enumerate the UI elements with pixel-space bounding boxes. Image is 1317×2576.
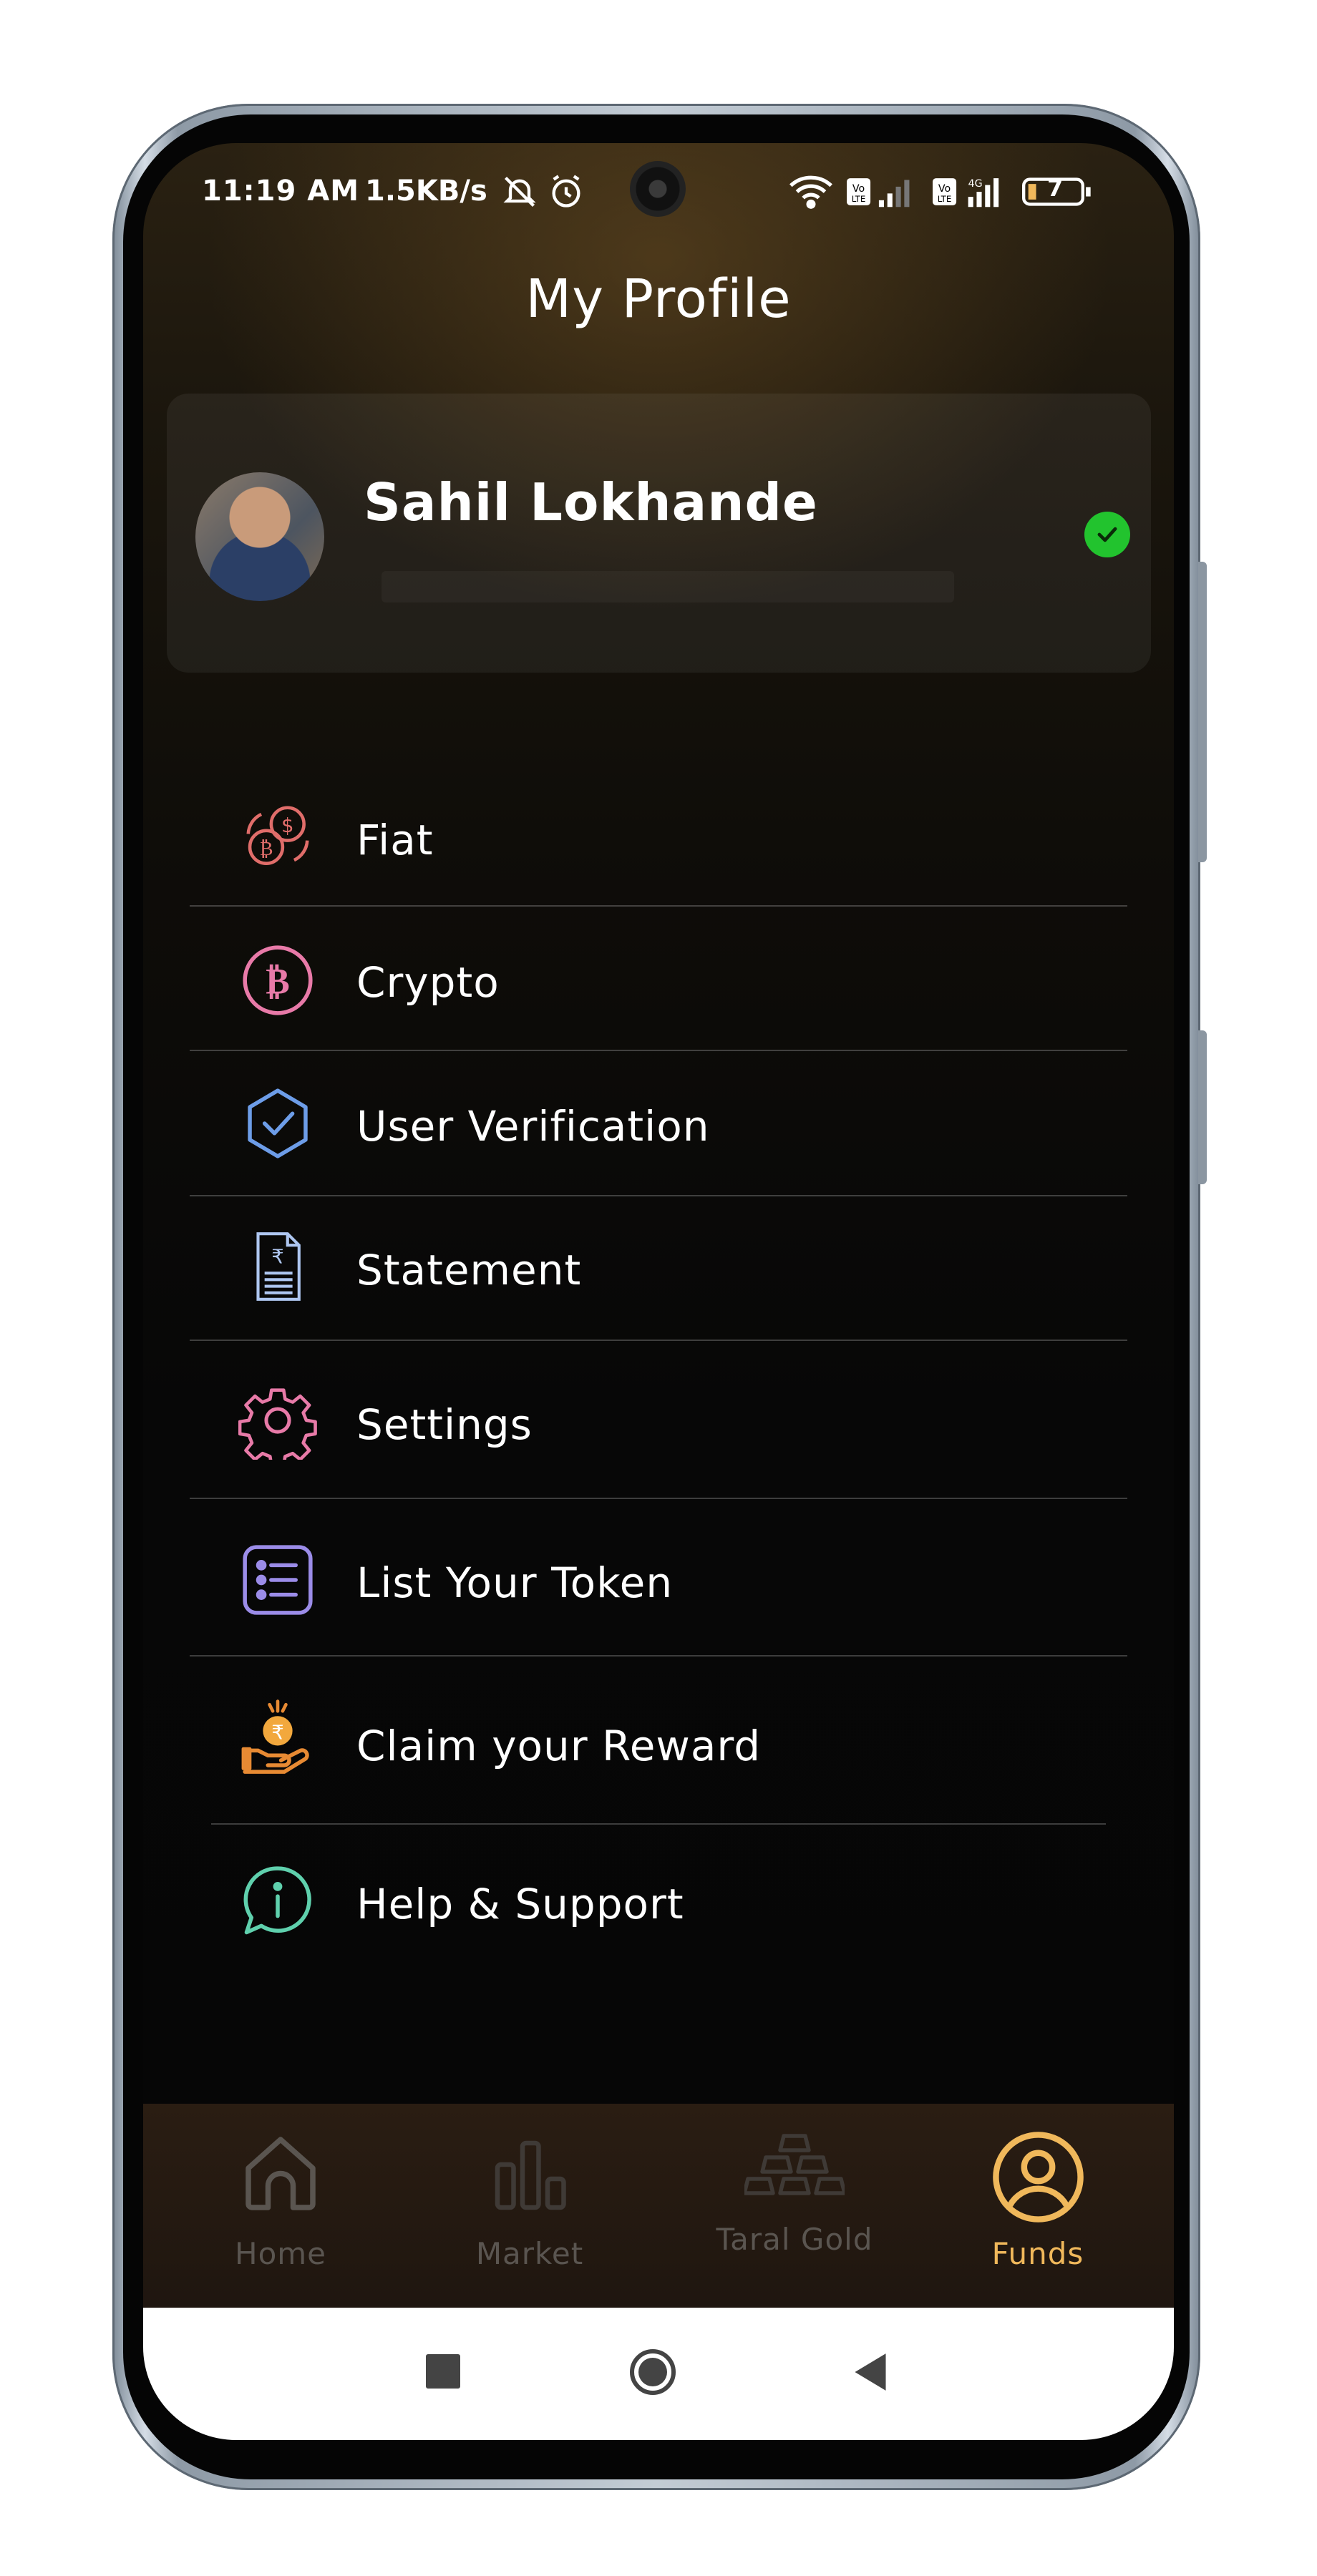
user-circle-icon [990, 2129, 1087, 2228]
list-icon [238, 1541, 317, 1619]
status-bar: 11:19 AM 1.5KB/s Vo LTE Vo LTE 4G 7 [143, 143, 1174, 222]
menu-item-claim-reward[interactable]: ₹ Claim your Reward [143, 1659, 1174, 1823]
nav-market[interactable]: Market [422, 2104, 637, 2308]
menu-item-settings[interactable]: Settings [143, 1342, 1174, 1496]
divider [211, 1823, 1106, 1825]
gear-icon [238, 1381, 317, 1468]
battery-level: 7 [1047, 175, 1064, 202]
home-icon [238, 2129, 324, 2218]
divider [190, 1498, 1127, 1499]
divider [190, 905, 1127, 907]
svg-text:LTE: LTE [938, 194, 952, 204]
app-screen: 11:19 AM 1.5KB/s Vo LTE Vo LTE 4G 7 My Prof… [143, 143, 1174, 2440]
nav-label-taral-gold: Taral Gold [716, 2222, 873, 2257]
nav-taral-gold[interactable]: Taral Gold [687, 2104, 902, 2308]
volte-signal-2-icon: Vo LTE 4G [930, 173, 1009, 213]
volte-signal-1-icon: Vo LTE [845, 173, 923, 213]
divider [190, 1195, 1127, 1196]
system-nav-bar [143, 2308, 1174, 2440]
statement-document-icon: ₹ [238, 1227, 317, 1306]
alarm-icon [548, 173, 585, 213]
svg-text:₹: ₹ [271, 1245, 284, 1268]
home-button-dot [638, 2358, 667, 2386]
divider [190, 1655, 1127, 1657]
svg-text:$: $ [281, 814, 294, 837]
menu-label-statement: Statement [356, 1246, 582, 1294]
svg-text:Vo: Vo [938, 183, 951, 195]
network-type-label: 4G [968, 178, 983, 190]
profile-name: Sahil Lokhande [364, 472, 818, 532]
menu-label-settings: Settings [356, 1400, 533, 1449]
svg-text:LTE: LTE [852, 194, 866, 204]
svg-text:₿: ₿ [266, 960, 290, 1002]
menu-label-fiat: Fiat [356, 816, 434, 864]
recents-button[interactable] [426, 2354, 460, 2389]
menu-label-crypto: Crypto [356, 958, 500, 1007]
menu-label-claim-reward: Claim your Reward [356, 1722, 762, 1770]
network-speed: 1.5KB/s [365, 175, 487, 208]
back-button[interactable] [852, 2352, 889, 2395]
menu-item-help-support[interactable]: Help & Support [143, 1826, 1174, 1991]
front-camera [630, 161, 686, 217]
svg-text:₹: ₹ [271, 1721, 284, 1744]
volume-button [1198, 562, 1207, 862]
info-chat-icon [238, 1862, 317, 1941]
svg-text:₿: ₿ [259, 837, 273, 860]
menu-label-help-support: Help & Support [356, 1880, 684, 1928]
back-triangle-icon [855, 2353, 886, 2391]
home-button[interactable] [630, 2349, 676, 2395]
mute-notifications-icon [501, 173, 538, 213]
profile-card[interactable]: Sahil Lokhande [167, 394, 1151, 673]
profile-subtitle-redacted [382, 571, 954, 602]
fiat-coins-icon: $ ₿ [238, 798, 317, 877]
divider [190, 1340, 1127, 1341]
avatar[interactable] [195, 472, 324, 601]
nav-label-market: Market [475, 2236, 584, 2271]
nav-funds[interactable]: Funds [930, 2104, 1145, 2308]
nav-label-funds: Funds [991, 2236, 1084, 2271]
wifi-icon [787, 173, 835, 213]
menu-item-fiat[interactable]: $ ₿ Fiat [143, 787, 1174, 887]
status-time: 11:19 AM [202, 175, 360, 208]
reward-hand-coin-icon: ₹ [238, 1698, 317, 1777]
menu-label-list-your-token: List Your Token [356, 1558, 674, 1607]
nav-home[interactable]: Home [173, 2104, 388, 2308]
verified-check-icon [1084, 512, 1130, 557]
nav-label-home: Home [234, 2236, 327, 2271]
page-title: My Profile [525, 268, 792, 330]
menu-label-user-verification: User Verification [356, 1102, 710, 1151]
svg-text:Vo: Vo [852, 183, 865, 195]
bitcoin-icon: ₿ [238, 941, 317, 1020]
menu-item-crypto[interactable]: ₿ Crypto [143, 912, 1174, 1048]
bottom-nav: Home Market Taral Gold Funds [143, 2104, 1174, 2308]
power-button [1198, 1030, 1207, 1184]
menu-item-statement[interactable]: ₹ Statement [143, 1199, 1174, 1338]
menu-item-user-verification[interactable]: User Verification [143, 1052, 1174, 1195]
menu-item-list-your-token[interactable]: List Your Token [143, 1501, 1174, 1655]
divider [190, 1050, 1127, 1051]
gold-bars-icon [742, 2132, 847, 2207]
bar-chart-icon [487, 2132, 573, 2221]
shield-check-icon [238, 1084, 317, 1163]
